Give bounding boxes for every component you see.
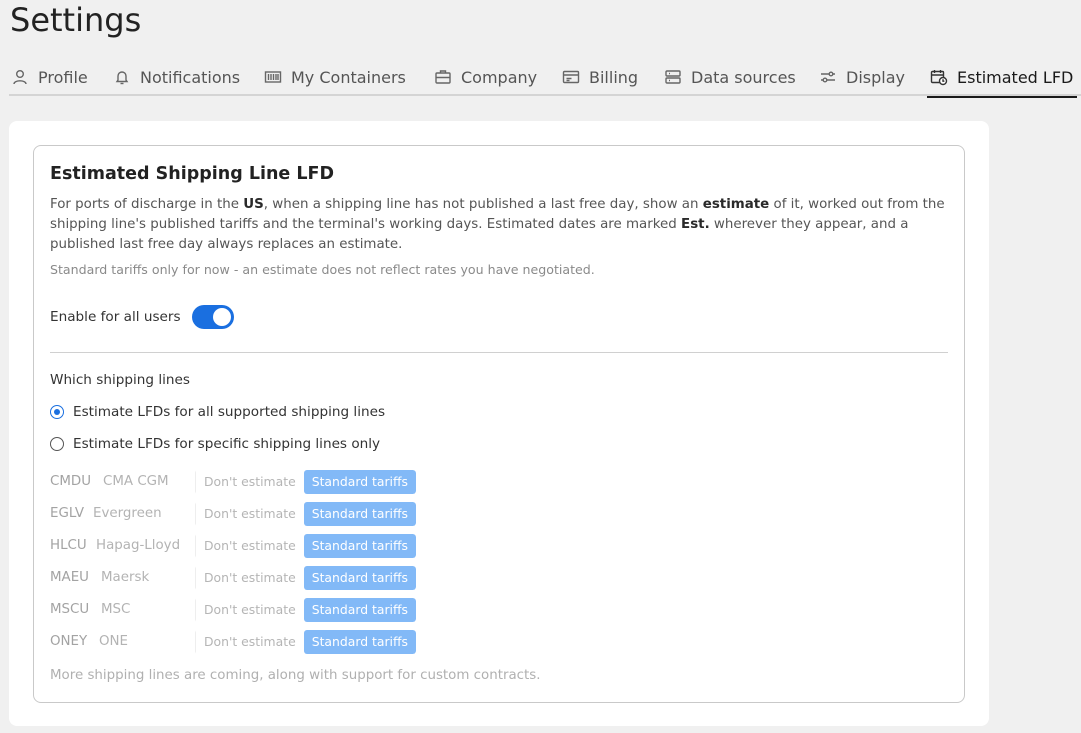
dont-estimate-option[interactable]: Don't estimate <box>195 470 304 494</box>
line-name: Hapag-Lloyd <box>96 538 181 553</box>
line-name: Evergreen <box>93 506 162 521</box>
tab-billing[interactable]: Billing <box>562 58 638 96</box>
line-code: MAEU <box>50 570 89 585</box>
line-code: CMDU <box>50 474 92 489</box>
sliders-icon <box>821 71 835 83</box>
shipping-line-row: EGLV Evergreen Don't estimate Standard t… <box>50 502 416 526</box>
estimate-mode-selector: Don't estimate Standard tariffs <box>195 534 416 558</box>
page-title: Settings <box>10 1 142 39</box>
standard-tariffs-option[interactable]: Standard tariffs <box>303 566 416 590</box>
shipping-line-row: MAEU Maersk Don't estimate Standard tari… <box>50 566 416 590</box>
line-name: CMA CGM <box>103 474 169 489</box>
settings-tabs: Profile Notifications My Containers Comp… <box>9 58 1081 98</box>
section-title: Estimated Shipping Line LFD <box>50 164 335 184</box>
estimate-mode-selector: Don't estimate Standard tariffs <box>195 470 416 494</box>
tab-company[interactable]: Company <box>434 58 537 96</box>
radio-label: Estimate LFDs for specific shipping line… <box>73 436 381 452</box>
user-icon <box>13 70 27 85</box>
enable-label: Enable for all users <box>50 309 181 325</box>
shipping-line-row: ONEY ONE Don't estimate Standard tariffs <box>50 630 416 654</box>
tab-label: Notifications <box>140 67 241 87</box>
enable-row: Enable for all users <box>50 305 234 329</box>
tab-label: Company <box>461 67 538 87</box>
section-description: For ports of discharge in the US, when a… <box>50 197 945 252</box>
standard-tariffs-option[interactable]: Standard tariffs <box>303 502 416 526</box>
radio-all-lines[interactable]: Estimate LFDs for all supported shipping… <box>50 403 385 421</box>
settings-card: Estimated Shipping Line LFD For ports of… <box>9 121 989 726</box>
tab-estimated-lfd[interactable]: Estimated LFD <box>926 58 1078 98</box>
standard-tariffs-option[interactable]: Standard tariffs <box>303 630 416 654</box>
line-code: ONEY <box>50 634 88 649</box>
standard-tariffs-option[interactable]: Standard tariffs <box>303 598 416 622</box>
dont-estimate-option[interactable]: Don't estimate <box>195 534 304 558</box>
coming-soon-note: More shipping lines are coming, along wi… <box>50 668 541 683</box>
line-name: ONE <box>99 634 129 649</box>
bell-icon <box>115 71 129 85</box>
standard-tariffs-option[interactable]: Standard tariffs <box>303 534 416 558</box>
shipping-line-row: CMDU CMA CGM Don't estimate Standard tar… <box>50 470 416 494</box>
briefcase-icon <box>435 70 451 84</box>
tab-profile[interactable]: Profile <box>11 58 88 96</box>
server-icon <box>665 70 681 84</box>
line-name: Maersk <box>101 570 150 585</box>
tab-label: Data sources <box>691 67 796 87</box>
calendar-clock-icon <box>930 70 948 86</box>
radio-specific-lines[interactable]: Estimate LFDs for specific shipping line… <box>50 435 380 453</box>
tab-label: Billing <box>589 67 639 87</box>
divider <box>50 352 948 353</box>
radio-button[interactable] <box>50 405 64 419</box>
dont-estimate-option[interactable]: Don't estimate <box>195 598 304 622</box>
line-code: HLCU <box>50 538 87 553</box>
estimate-mode-selector: Don't estimate Standard tariffs <box>195 566 416 590</box>
enable-toggle[interactable] <box>191 305 234 329</box>
shipping-line-row: HLCU Hapag-Lloyd Don't estimate Standard… <box>50 534 416 558</box>
standard-tariffs-option[interactable]: Standard tariffs <box>303 470 416 494</box>
dont-estimate-option[interactable]: Don't estimate <box>195 566 304 590</box>
dont-estimate-option[interactable]: Don't estimate <box>195 630 304 654</box>
estimate-mode-selector: Don't estimate Standard tariffs <box>195 630 416 654</box>
line-name: MSC <box>101 602 131 617</box>
tab-label: Estimated LFD <box>957 67 1074 87</box>
line-code: EGLV <box>50 506 84 521</box>
estimate-mode-selector: Don't estimate Standard tariffs <box>195 502 416 526</box>
toggle-knob <box>212 308 231 326</box>
estimate-mode-selector: Don't estimate Standard tariffs <box>195 598 416 622</box>
tab-label: Display <box>846 67 905 87</box>
radio-label: Estimate LFDs for all supported shipping… <box>73 404 386 420</box>
estimated-lfd-panel: Estimated Shipping Line LFD For ports of… <box>33 145 965 703</box>
radio-button[interactable] <box>50 437 64 451</box>
tab-label: My Containers <box>291 67 406 87</box>
tab-display[interactable]: Display <box>819 58 905 96</box>
shipping-line-row: MSCU MSC Don't estimate Standard tariffs <box>50 598 416 622</box>
invoice-icon <box>562 70 580 84</box>
dont-estimate-option[interactable]: Don't estimate <box>195 502 304 526</box>
tab-my-containers[interactable]: My Containers <box>264 58 406 96</box>
tab-notifications[interactable]: Notifications <box>113 58 240 96</box>
tab-label: Profile <box>38 67 88 87</box>
standard-tariffs-note: Standard tariffs only for now - an estim… <box>50 262 595 277</box>
tab-data-sources[interactable]: Data sources <box>664 58 796 96</box>
barcode-icon <box>264 71 282 83</box>
line-code: MSCU <box>50 602 90 617</box>
which-lines-heading: Which shipping lines <box>50 372 190 388</box>
